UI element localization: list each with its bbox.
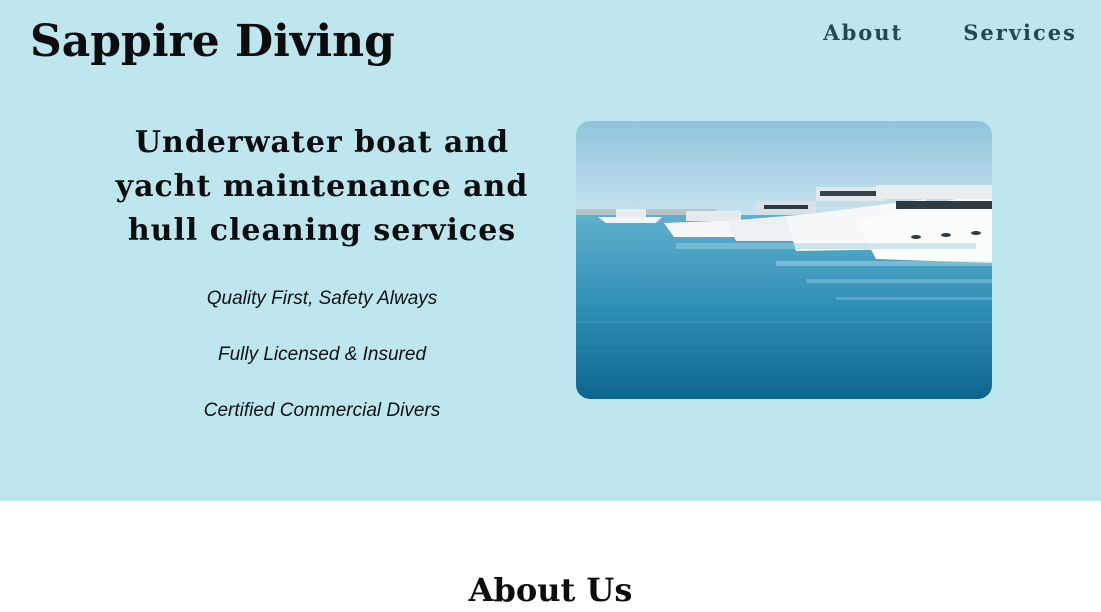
hero-taglines: Quality First, Safety Always Fully Licen… <box>92 288 552 456</box>
hero-headline: Underwater boat and yacht maintenance an… <box>115 125 529 248</box>
tagline-divers: Certified Commercial Divers <box>203 400 441 421</box>
tagline-licensed: Fully Licensed & Insured <box>217 344 427 365</box>
hero-section: Sappire Diving About Services Underwater… <box>0 0 1101 501</box>
about-section-title: About Us <box>468 571 633 609</box>
brand-logo-text[interactable]: Sappire Diving <box>30 10 395 74</box>
hero-yacht-image <box>576 121 992 399</box>
top-nav: About Services <box>823 18 1077 48</box>
tagline-quality: Quality First, Safety Always <box>206 288 438 309</box>
nav-link-services[interactable]: Services <box>963 18 1077 48</box>
nav-link-about[interactable]: About <box>823 18 903 48</box>
